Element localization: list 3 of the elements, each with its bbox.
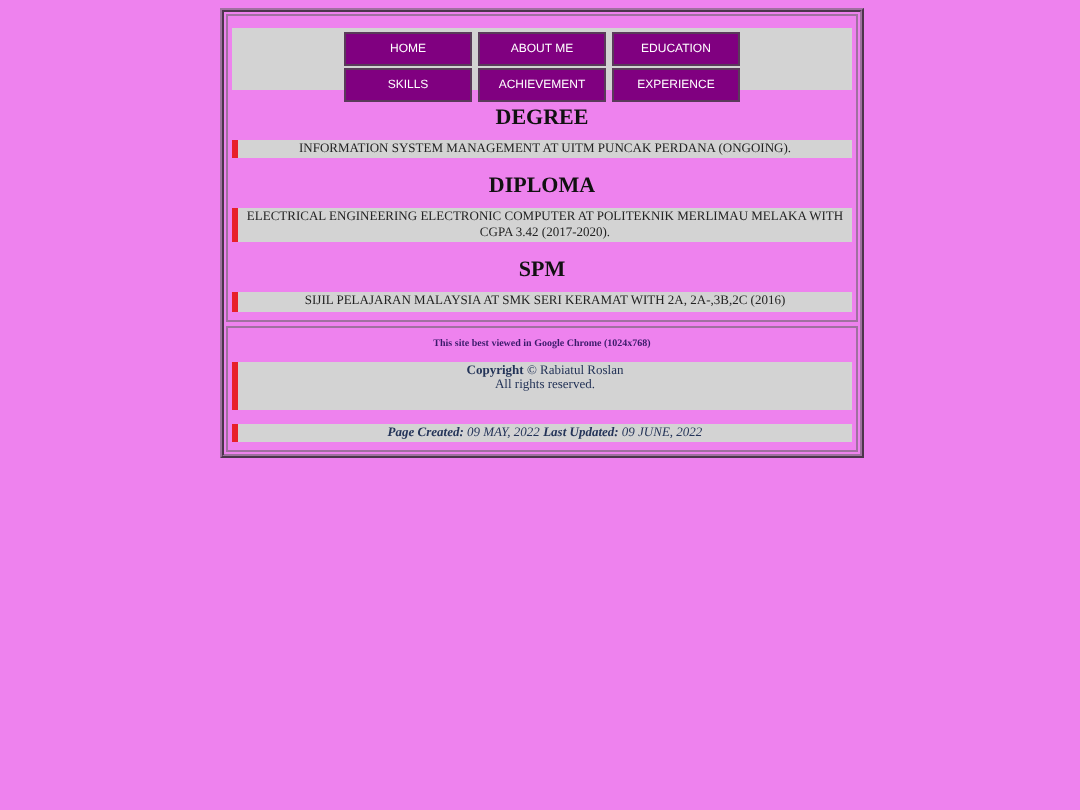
section-heading: SPM [516, 258, 568, 283]
section-heading: DEGREE [493, 106, 591, 130]
section-heading: DIPLOMA [486, 174, 598, 199]
